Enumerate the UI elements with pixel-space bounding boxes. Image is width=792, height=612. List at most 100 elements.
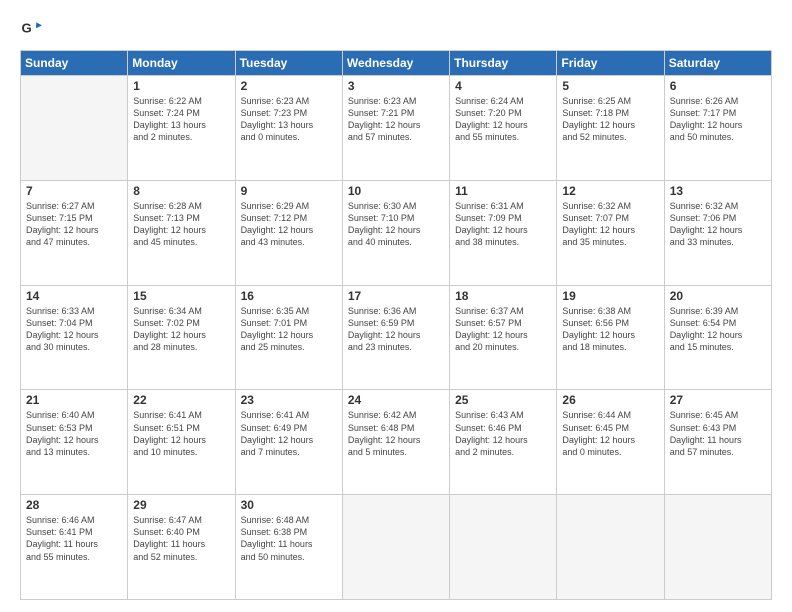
day-number: 26 (562, 393, 658, 407)
day-number: 24 (348, 393, 444, 407)
calendar-cell (21, 76, 128, 181)
day-number: 21 (26, 393, 122, 407)
day-info: Sunrise: 6:23 AM Sunset: 7:21 PM Dayligh… (348, 95, 444, 144)
day-info: Sunrise: 6:41 AM Sunset: 6:49 PM Dayligh… (241, 409, 337, 458)
calendar-cell: 24 Sunrise: 6:42 AM Sunset: 6:48 PM Dayli… (342, 390, 449, 495)
day-info: Sunrise: 6:48 AM Sunset: 6:38 PM Dayligh… (241, 514, 337, 563)
calendar-cell: 27 Sunrise: 6:45 AM Sunset: 6:43 PM Dayli… (664, 390, 771, 495)
day-number: 29 (133, 498, 229, 512)
calendar-week-2: 7Sunrise: 6:27 AM Sunset: 7:15 PM Daylig… (21, 180, 772, 285)
weekday-tuesday: Tuesday (235, 51, 342, 76)
calendar-cell: 25 Sunrise: 6:43 AM Sunset: 6:46 PM Dayli… (450, 390, 557, 495)
calendar-cell (557, 495, 664, 600)
day-info: Sunrise: 6:27 AM Sunset: 7:15 PM Dayligh… (26, 200, 122, 249)
day-number: 11 (455, 184, 551, 198)
day-info: Sunrise: 6:23 AM Sunset: 7:23 PM Dayligh… (241, 95, 337, 144)
day-info: Sunrise: 6:31 AM Sunset: 7:09 PM Dayligh… (455, 200, 551, 249)
day-number: 27 (670, 393, 766, 407)
day-number: 10 (348, 184, 444, 198)
day-number: 17 (348, 289, 444, 303)
day-info: Sunrise: 6:44 AM Sunset: 6:45 PM Dayligh… (562, 409, 658, 458)
day-info: Sunrise: 6:47 AM Sunset: 6:40 PM Dayligh… (133, 514, 229, 563)
calendar-cell: 14 Sunrise: 6:33 AM Sunset: 7:04 PM Dayli… (21, 285, 128, 390)
calendar-cell: 22Sunrise: 6:41 AM Sunset: 6:51 PM Dayli… (128, 390, 235, 495)
day-info: Sunrise: 6:42 AM Sunset: 6:48 PM Dayligh… (348, 409, 444, 458)
calendar-cell: 18 Sunrise: 6:37 AM Sunset: 6:57 PM Dayli… (450, 285, 557, 390)
day-info: Sunrise: 6:33 AM Sunset: 7:04 PM Dayligh… (26, 305, 122, 354)
weekday-thursday: Thursday (450, 51, 557, 76)
day-info: Sunrise: 6:36 AM Sunset: 6:59 PM Dayligh… (348, 305, 444, 354)
day-info: Sunrise: 6:25 AM Sunset: 7:18 PM Dayligh… (562, 95, 658, 144)
calendar-cell (664, 495, 771, 600)
calendar-cell: 29 Sunrise: 6:47 AM Sunset: 6:40 PM Dayli… (128, 495, 235, 600)
calendar-cell: 4Sunrise: 6:24 AM Sunset: 7:20 PM Daylig… (450, 76, 557, 181)
day-info: Sunrise: 6:37 AM Sunset: 6:57 PM Dayligh… (455, 305, 551, 354)
day-number: 6 (670, 79, 766, 93)
day-info: Sunrise: 6:46 AM Sunset: 6:41 PM Dayligh… (26, 514, 122, 563)
calendar-cell: 2 Sunrise: 6:23 AM Sunset: 7:23 PM Daylig… (235, 76, 342, 181)
calendar-week-1: 1 Sunrise: 6:22 AM Sunset: 7:24 PM Daylig… (21, 76, 772, 181)
day-number: 9 (241, 184, 337, 198)
calendar-cell: 17 Sunrise: 6:36 AM Sunset: 6:59 PM Dayli… (342, 285, 449, 390)
calendar-cell: 7Sunrise: 6:27 AM Sunset: 7:15 PM Daylig… (21, 180, 128, 285)
calendar-cell: 3 Sunrise: 6:23 AM Sunset: 7:21 PM Daylig… (342, 76, 449, 181)
day-number: 22 (133, 393, 229, 407)
header: G (20, 18, 772, 40)
logo: G (20, 18, 46, 40)
calendar-cell: 8Sunrise: 6:28 AM Sunset: 7:13 PM Daylig… (128, 180, 235, 285)
day-info: Sunrise: 6:24 AM Sunset: 7:20 PM Dayligh… (455, 95, 551, 144)
weekday-sunday: Sunday (21, 51, 128, 76)
day-number: 14 (26, 289, 122, 303)
day-number: 30 (241, 498, 337, 512)
day-number: 25 (455, 393, 551, 407)
calendar-cell: 5 Sunrise: 6:25 AM Sunset: 7:18 PM Daylig… (557, 76, 664, 181)
weekday-friday: Friday (557, 51, 664, 76)
day-info: Sunrise: 6:34 AM Sunset: 7:02 PM Dayligh… (133, 305, 229, 354)
calendar-cell: 30 Sunrise: 6:48 AM Sunset: 6:38 PM Dayli… (235, 495, 342, 600)
day-number: 16 (241, 289, 337, 303)
day-number: 5 (562, 79, 658, 93)
calendar-cell: 23 Sunrise: 6:41 AM Sunset: 6:49 PM Dayli… (235, 390, 342, 495)
logo-icon: G (20, 18, 42, 40)
calendar-cell: 28 Sunrise: 6:46 AM Sunset: 6:41 PM Dayli… (21, 495, 128, 600)
calendar-cell: 15 Sunrise: 6:34 AM Sunset: 7:02 PM Dayli… (128, 285, 235, 390)
calendar-cell: 21 Sunrise: 6:40 AM Sunset: 6:53 PM Dayli… (21, 390, 128, 495)
day-number: 13 (670, 184, 766, 198)
calendar-week-3: 14 Sunrise: 6:33 AM Sunset: 7:04 PM Dayli… (21, 285, 772, 390)
day-info: Sunrise: 6:39 AM Sunset: 6:54 PM Dayligh… (670, 305, 766, 354)
day-info: Sunrise: 6:43 AM Sunset: 6:46 PM Dayligh… (455, 409, 551, 458)
day-info: Sunrise: 6:35 AM Sunset: 7:01 PM Dayligh… (241, 305, 337, 354)
calendar-week-4: 21 Sunrise: 6:40 AM Sunset: 6:53 PM Dayli… (21, 390, 772, 495)
day-number: 28 (26, 498, 122, 512)
day-number: 2 (241, 79, 337, 93)
calendar-cell: 10 Sunrise: 6:30 AM Sunset: 7:10 PM Dayli… (342, 180, 449, 285)
calendar-cell: 20Sunrise: 6:39 AM Sunset: 6:54 PM Dayli… (664, 285, 771, 390)
weekday-wednesday: Wednesday (342, 51, 449, 76)
calendar-cell: 26 Sunrise: 6:44 AM Sunset: 6:45 PM Dayli… (557, 390, 664, 495)
calendar-cell: 13 Sunrise: 6:32 AM Sunset: 7:06 PM Dayli… (664, 180, 771, 285)
day-info: Sunrise: 6:40 AM Sunset: 6:53 PM Dayligh… (26, 409, 122, 458)
day-info: Sunrise: 6:32 AM Sunset: 7:06 PM Dayligh… (670, 200, 766, 249)
day-info: Sunrise: 6:30 AM Sunset: 7:10 PM Dayligh… (348, 200, 444, 249)
weekday-saturday: Saturday (664, 51, 771, 76)
day-number: 1 (133, 79, 229, 93)
day-info: Sunrise: 6:45 AM Sunset: 6:43 PM Dayligh… (670, 409, 766, 458)
day-number: 18 (455, 289, 551, 303)
day-number: 12 (562, 184, 658, 198)
day-info: Sunrise: 6:26 AM Sunset: 7:17 PM Dayligh… (670, 95, 766, 144)
weekday-header-row: SundayMondayTuesdayWednesdayThursdayFrid… (21, 51, 772, 76)
calendar-cell: 11 Sunrise: 6:31 AM Sunset: 7:09 PM Dayli… (450, 180, 557, 285)
day-info: Sunrise: 6:22 AM Sunset: 7:24 PM Dayligh… (133, 95, 229, 144)
day-number: 19 (562, 289, 658, 303)
day-number: 3 (348, 79, 444, 93)
day-info: Sunrise: 6:32 AM Sunset: 7:07 PM Dayligh… (562, 200, 658, 249)
weekday-monday: Monday (128, 51, 235, 76)
day-number: 15 (133, 289, 229, 303)
calendar-cell: 12 Sunrise: 6:32 AM Sunset: 7:07 PM Dayli… (557, 180, 664, 285)
calendar-cell (342, 495, 449, 600)
day-info: Sunrise: 6:28 AM Sunset: 7:13 PM Dayligh… (133, 200, 229, 249)
day-number: 23 (241, 393, 337, 407)
calendar-cell (450, 495, 557, 600)
calendar-cell: 9Sunrise: 6:29 AM Sunset: 7:12 PM Daylig… (235, 180, 342, 285)
calendar-table: SundayMondayTuesdayWednesdayThursdayFrid… (20, 50, 772, 600)
